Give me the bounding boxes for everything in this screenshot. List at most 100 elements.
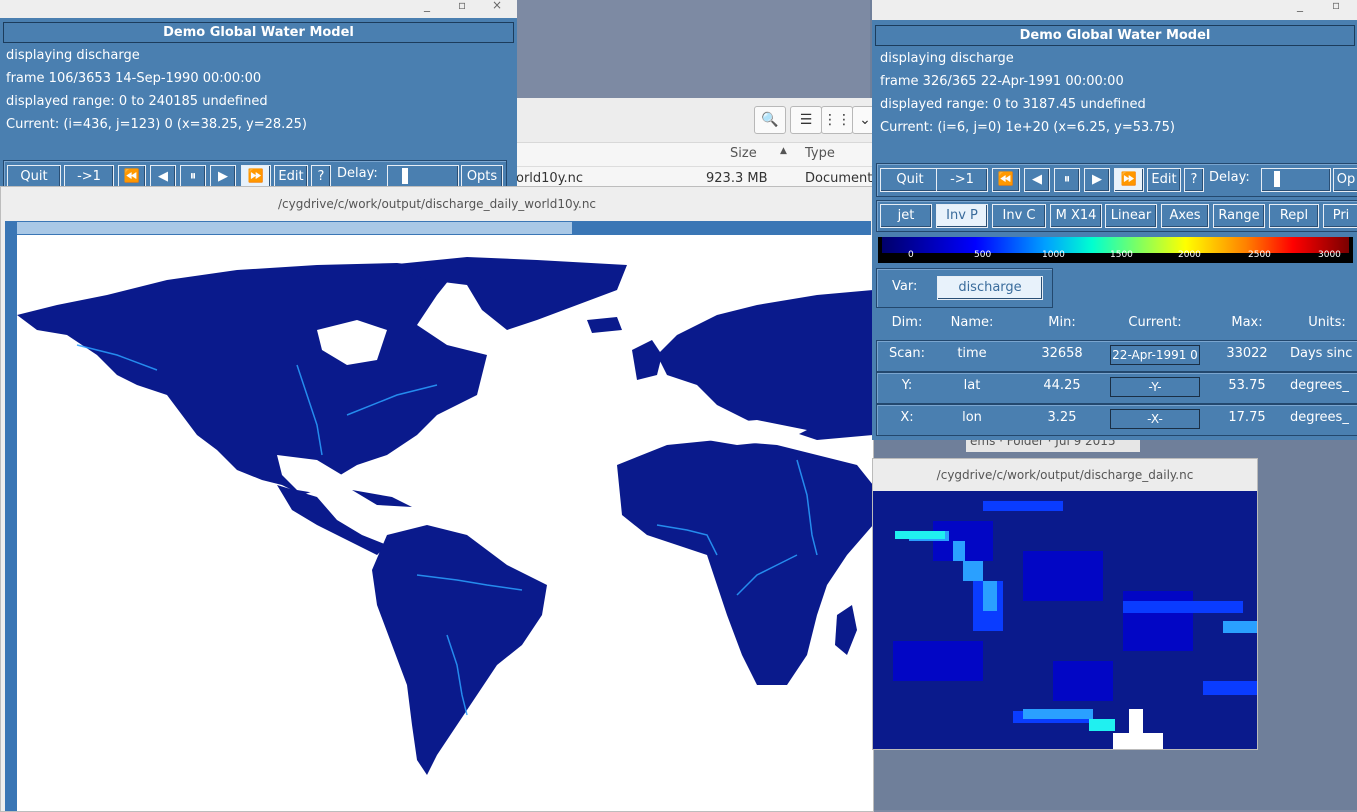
min-header: Min: xyxy=(1048,315,1076,330)
discharge-zoom-map xyxy=(873,491,1257,749)
min-cell: 44.25 xyxy=(1043,378,1081,393)
var-discharge-button[interactable]: discharge xyxy=(937,276,1043,300)
dim-header: Dim: xyxy=(891,315,923,330)
dim-cell: Scan: xyxy=(889,346,925,361)
map-window-title: /cygdrive/c/work/output/discharge_daily_… xyxy=(1,187,873,221)
quit-button[interactable]: Quit xyxy=(880,168,940,192)
panel-title: Demo Global Water Model xyxy=(3,22,514,43)
search-icon[interactable]: 🔍 xyxy=(754,106,786,134)
world-discharge-map xyxy=(17,257,873,775)
step-forward-icon[interactable]: ▶ xyxy=(1084,168,1110,192)
land-south-america xyxy=(372,525,547,775)
magnification-button[interactable]: M X14 xyxy=(1050,204,1102,228)
minimize-icon[interactable]: _ xyxy=(1297,0,1303,12)
panel-title: Demo Global Water Model xyxy=(875,25,1355,46)
name-cell: time xyxy=(957,346,987,361)
file-manager-toolbar: 🔍 ☰ ⋮⋮ ⌄ xyxy=(516,98,878,143)
close-icon[interactable]: × xyxy=(492,0,502,12)
file-manager-window: 🔍 ☰ ⋮⋮ ⌄ Size ▲ Type orld10y.nc 923.3 MB… xyxy=(515,98,878,194)
land-madagascar xyxy=(835,605,857,655)
small-window-title: /cygdrive/c/work/output/discharge_daily.… xyxy=(873,459,1257,491)
current-time-field[interactable]: 22-Apr-1991 0 xyxy=(1110,345,1200,365)
file-list-header: Size ▲ Type xyxy=(516,142,876,167)
current-line: Current: (i=6, j=0) 1e+20 (x=6.25, y=53.… xyxy=(880,120,1176,135)
colorbar-tick: 1500 xyxy=(1110,250,1133,260)
max-cell: 17.75 xyxy=(1228,410,1266,425)
land-iceland xyxy=(587,317,622,333)
replicate-button[interactable]: Repl xyxy=(1269,204,1319,228)
range-line: displayed range: 0 to 3187.45 undefined xyxy=(880,97,1146,112)
window-titlebar: _ ▫ × xyxy=(0,0,517,18)
minimize-icon[interactable]: _ xyxy=(424,0,430,12)
help-button[interactable]: ? xyxy=(1184,168,1204,192)
colormap-jet-button[interactable]: jet xyxy=(880,204,932,228)
pause-icon[interactable]: ⏸ xyxy=(1054,168,1080,192)
small-map-window: /cygdrive/c/work/output/discharge_daily.… xyxy=(872,458,1258,750)
maximize-icon[interactable]: ▫ xyxy=(458,0,466,12)
colorbar: 0 500 1000 1500 2000 2500 3000 xyxy=(878,237,1353,263)
step-back-icon[interactable]: ◀ xyxy=(1024,168,1050,192)
dim-cell: X: xyxy=(900,410,914,425)
fast-forward-icon[interactable]: ⏩ xyxy=(1114,168,1144,192)
display-variable-line: displaying discharge xyxy=(880,51,1014,66)
column-size[interactable]: Size xyxy=(730,146,757,161)
colorbar-tick: 2500 xyxy=(1248,250,1271,260)
goto-first-button[interactable]: ->1 xyxy=(936,168,988,192)
column-type[interactable]: Type xyxy=(805,146,835,161)
file-name: orld10y.nc xyxy=(516,171,584,186)
units-header: Units: xyxy=(1308,315,1346,330)
grid-view-icon[interactable]: ⋮⋮ xyxy=(821,106,853,134)
invert-colormap-button[interactable]: Inv C xyxy=(992,204,1046,228)
small-map-canvas[interactable] xyxy=(873,491,1257,749)
colorbar-tick: 1000 xyxy=(1042,250,1065,260)
slider-thumb[interactable] xyxy=(1274,171,1280,187)
land-uk xyxy=(632,340,662,380)
max-header: Max: xyxy=(1231,315,1263,330)
ncview-control-window-right: _ ▫ Demo Global Water Model displaying d… xyxy=(872,0,1357,440)
transform-linear-button[interactable]: Linear xyxy=(1105,204,1157,228)
current-x-field[interactable]: -X- xyxy=(1110,409,1200,429)
map-window: /cygdrive/c/work/output/discharge_daily_… xyxy=(0,186,874,812)
ncview-control-window-left: _ ▫ × Demo Global Water Model displaying… xyxy=(0,0,517,190)
frame-line: frame 326/365 22-Apr-1991 00:00:00 xyxy=(880,74,1124,89)
current-y-field[interactable]: -Y- xyxy=(1110,377,1200,397)
colorbar-tick: 500 xyxy=(974,250,992,260)
map-side-bar xyxy=(5,235,17,811)
min-cell: 3.25 xyxy=(1047,410,1077,425)
max-cell: 53.75 xyxy=(1228,378,1266,393)
scroll-thumb[interactable] xyxy=(17,222,572,234)
frame-line: frame 106/3653 14-Sep-1990 00:00:00 xyxy=(6,71,262,86)
land-europe xyxy=(657,290,873,440)
name-cell: lat xyxy=(963,378,981,393)
rewind-icon[interactable]: ⏪ xyxy=(992,168,1020,192)
current-line: Current: (i=436, j=123) 0 (x=38.25, y=28… xyxy=(6,117,307,132)
name-cell: lon xyxy=(962,410,982,425)
colorbar-tick: 0 xyxy=(908,250,914,260)
invert-physical-button[interactable]: Inv P xyxy=(936,204,988,228)
axes-button[interactable]: Axes xyxy=(1161,204,1209,228)
map-scroll-bar[interactable] xyxy=(5,221,871,235)
max-cell: 33022 xyxy=(1226,346,1268,361)
colorbar-tick: 2000 xyxy=(1178,250,1201,260)
delay-slider[interactable] xyxy=(1261,168,1331,192)
min-cell: 32658 xyxy=(1041,346,1083,361)
print-button[interactable]: Pri xyxy=(1323,204,1357,228)
range-line: displayed range: 0 to 240185 undefined xyxy=(6,94,268,109)
land-africa xyxy=(617,440,873,685)
var-label: Var: xyxy=(892,279,918,294)
units-cell: Days sinc xyxy=(1290,346,1353,361)
list-view-icon[interactable]: ☰ xyxy=(790,106,822,134)
edit-button[interactable]: Edit xyxy=(1147,168,1181,192)
units-cell: degrees_ xyxy=(1290,410,1349,425)
map-canvas[interactable] xyxy=(17,235,873,811)
display-variable-line: displaying discharge xyxy=(6,48,140,63)
dim-cell: Y: xyxy=(901,378,913,393)
file-type: Document xyxy=(805,171,873,186)
colorbar-tick: 3000 xyxy=(1318,250,1341,260)
range-button[interactable]: Range xyxy=(1213,204,1265,228)
current-header: Current: xyxy=(1128,315,1182,330)
slider-thumb[interactable] xyxy=(402,168,408,184)
maximize-icon[interactable]: ▫ xyxy=(1332,0,1340,12)
delay-label: Delay: xyxy=(1209,170,1250,185)
options-button[interactable]: Op xyxy=(1333,168,1357,192)
